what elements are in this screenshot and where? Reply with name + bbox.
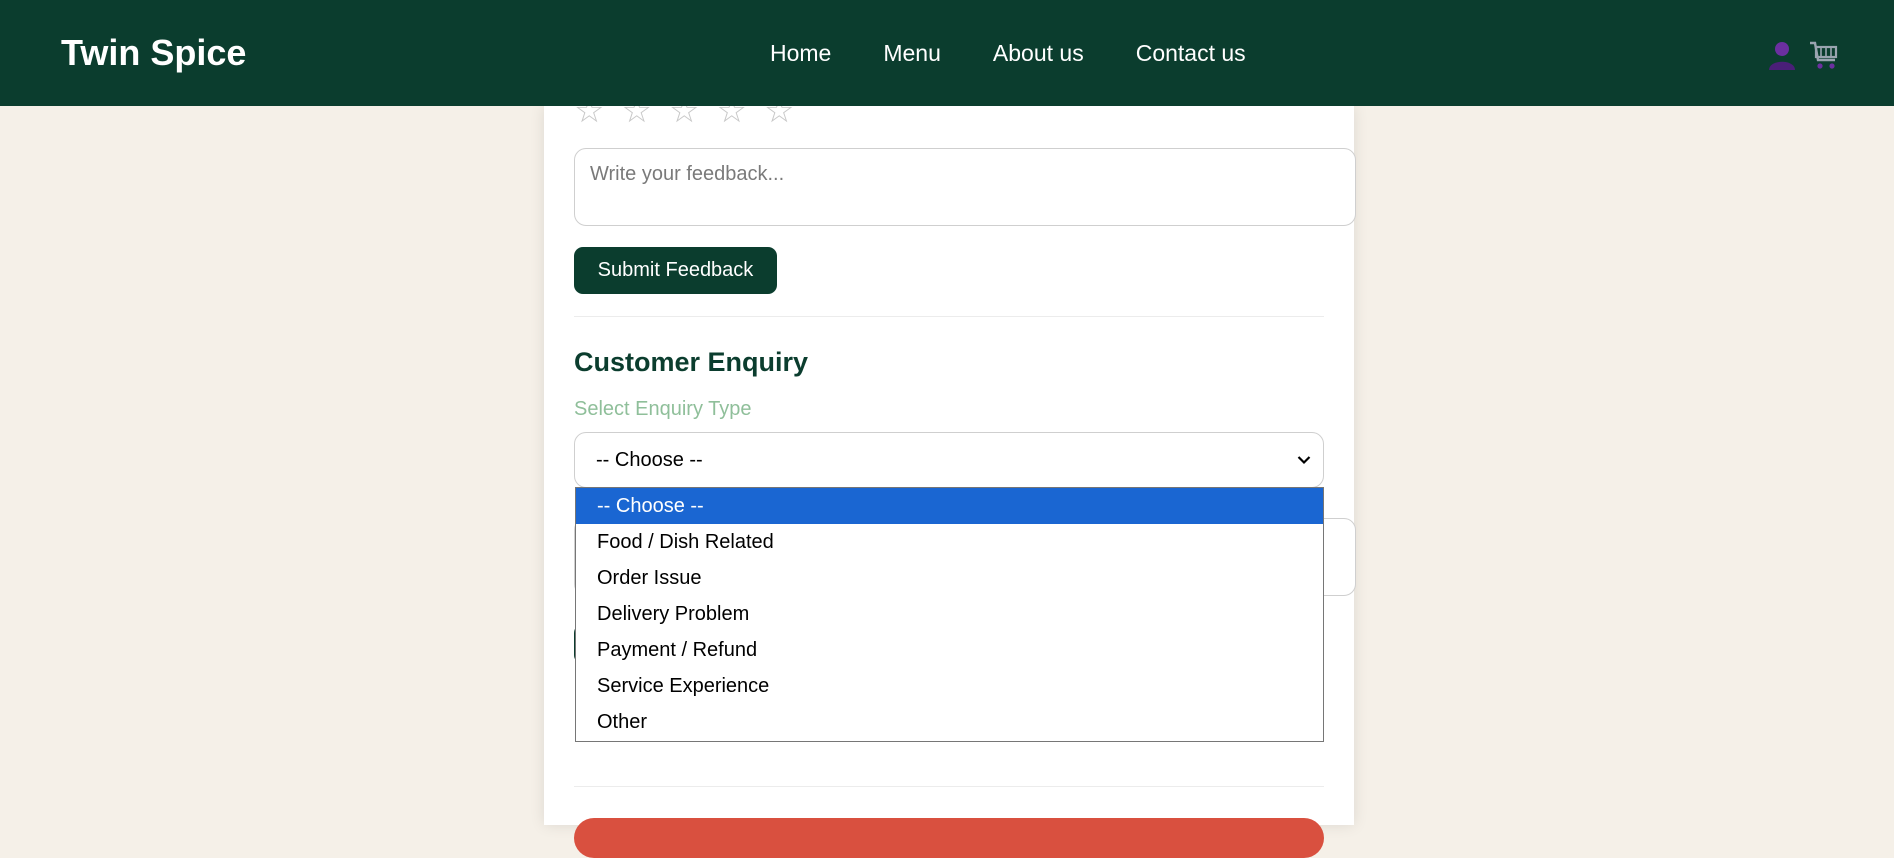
red-action-button[interactable] — [574, 818, 1324, 858]
nav-menu[interactable]: Menu — [883, 38, 941, 68]
option-choose[interactable]: -- Choose -- — [576, 488, 1323, 524]
option-delivery-problem[interactable]: Delivery Problem — [576, 596, 1323, 632]
cart-icon[interactable] — [1808, 39, 1840, 71]
submit-feedback-button[interactable]: Submit Feedback — [574, 247, 777, 294]
enquiry-type-select[interactable]: -- Choose -- — [574, 432, 1324, 488]
option-other[interactable]: Other — [576, 704, 1323, 740]
section-divider — [574, 316, 1324, 317]
enquiry-title: Customer Enquiry — [574, 347, 809, 377]
option-food-dish[interactable]: Food / Dish Related — [576, 524, 1323, 560]
brand-logo[interactable]: Twin Spice — [61, 32, 246, 74]
main-nav: Home Menu About us Contact us — [770, 38, 1246, 68]
option-order-issue[interactable]: Order Issue — [576, 560, 1323, 596]
nav-about-us[interactable]: About us — [993, 38, 1084, 68]
option-payment-refund[interactable]: Payment / Refund — [576, 632, 1323, 668]
section-divider — [574, 786, 1324, 787]
header-icons — [1766, 39, 1840, 71]
top-navbar: Twin Spice Home Menu About us Contact us — [0, 0, 1894, 106]
nav-contact-us[interactable]: Contact us — [1136, 38, 1246, 68]
enquiry-type-value: -- Choose -- — [596, 448, 703, 471]
chevron-down-icon — [1297, 456, 1311, 465]
user-icon[interactable] — [1766, 39, 1798, 71]
enquiry-type-dropdown: -- Choose -- Food / Dish Related Order I… — [575, 487, 1324, 742]
feedback-textarea[interactable] — [574, 148, 1356, 226]
enquiry-type-label: Select Enquiry Type — [574, 398, 752, 420]
nav-home[interactable]: Home — [770, 38, 831, 68]
option-service-experience[interactable]: Service Experience — [576, 668, 1323, 704]
